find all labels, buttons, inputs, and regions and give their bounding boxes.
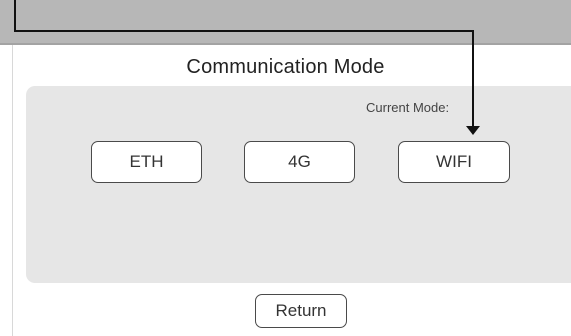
arrow-head-icon bbox=[466, 126, 480, 135]
callout-arrow bbox=[14, 0, 480, 135]
callout-line bbox=[14, 0, 474, 126]
